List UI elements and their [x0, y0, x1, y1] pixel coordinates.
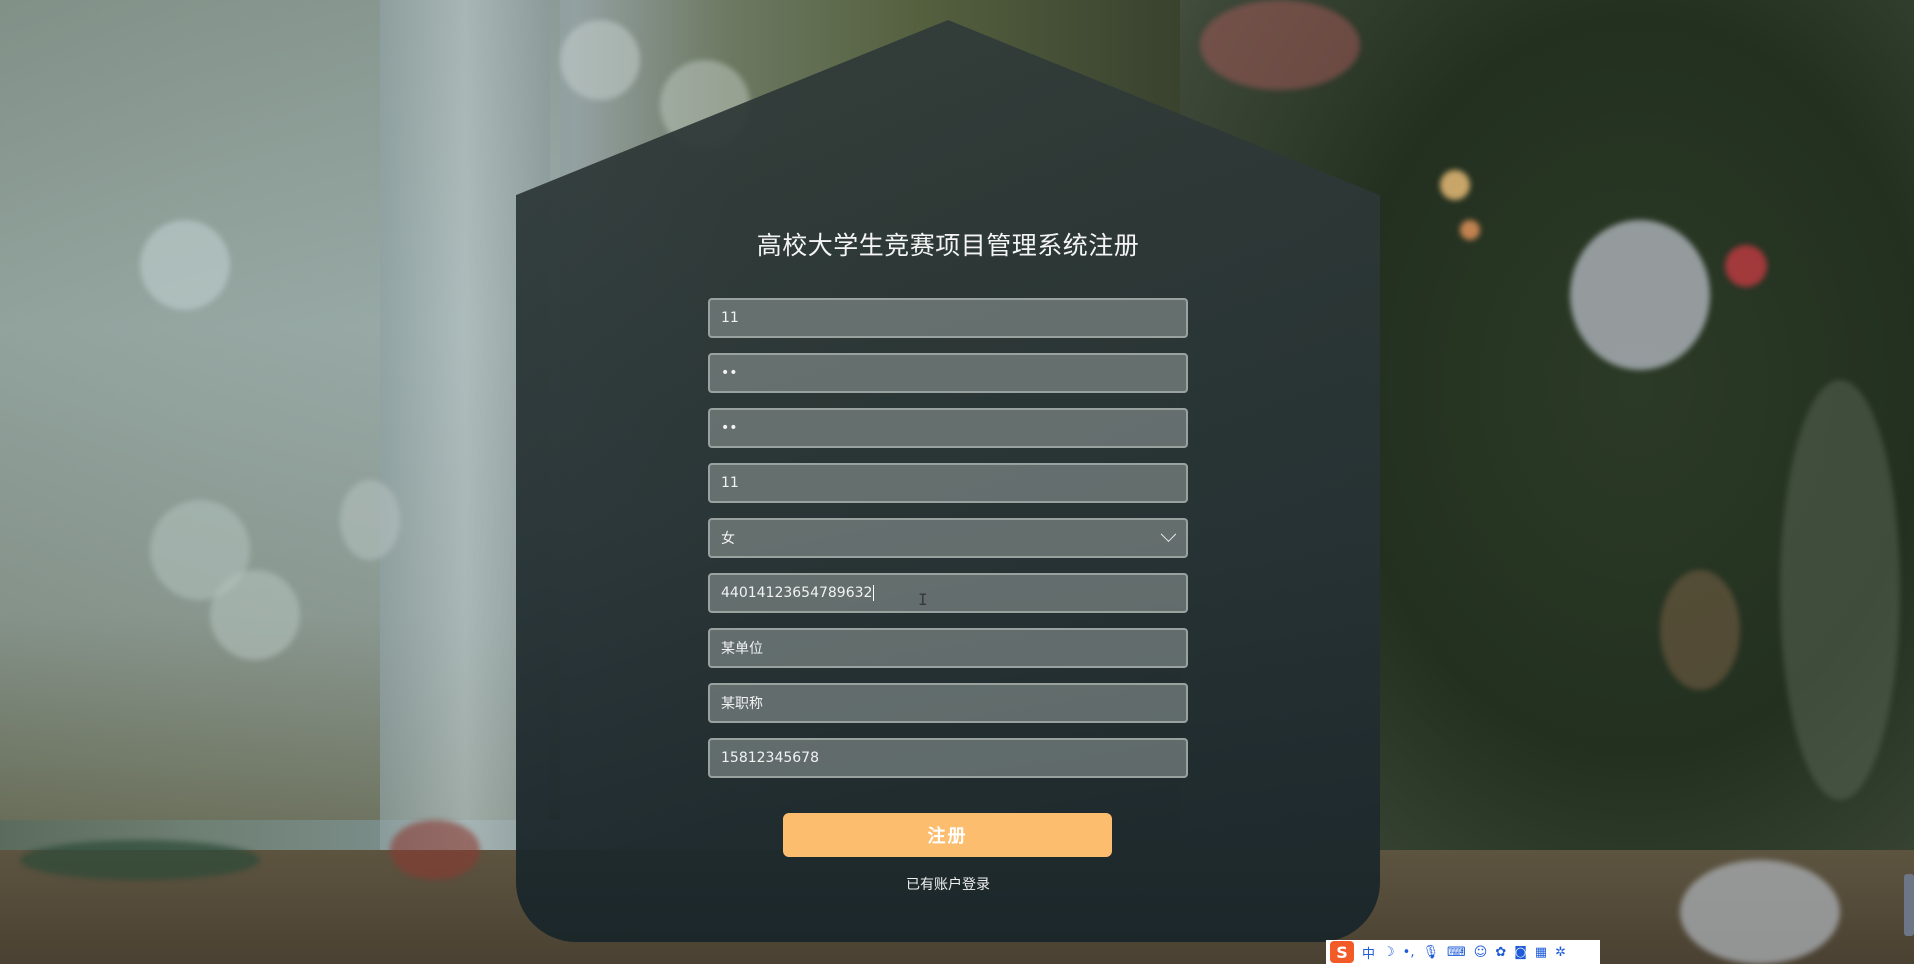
ibeam-cursor-icon: I	[918, 590, 928, 609]
ornament	[1680, 860, 1840, 964]
grid-icon[interactable]: ▦	[1535, 945, 1547, 960]
text-caret	[873, 585, 875, 601]
microphone-icon[interactable]: 🎙︎	[1422, 945, 1439, 960]
bokeh-light	[340, 480, 400, 560]
scrollbar-thumb[interactable]	[1904, 874, 1914, 936]
bokeh-light	[1440, 170, 1470, 200]
ornament	[1200, 0, 1360, 90]
gift-blur	[1660, 570, 1740, 690]
gender-select-value: 女	[721, 531, 735, 547]
skin-icon[interactable]: ✿	[1495, 945, 1506, 960]
chevron-down-icon	[1160, 525, 1177, 542]
name-input[interactable]: 11	[708, 463, 1188, 503]
bokeh-light	[560, 20, 640, 100]
confirm-password-input[interactable]: ••	[708, 408, 1188, 448]
user-icon[interactable]: ☺	[1474, 945, 1488, 960]
job-title-input[interactable]: 某职称	[708, 683, 1188, 723]
page-title: 高校大学生竞赛项目管理系统注册	[756, 231, 1140, 260]
bokeh-light	[1460, 220, 1480, 240]
sogou-logo-icon[interactable]: S	[1330, 941, 1354, 963]
username-input[interactable]: 11	[708, 298, 1188, 338]
bokeh-light	[210, 570, 300, 660]
organization-input[interactable]: 某单位	[708, 628, 1188, 668]
ornament	[1570, 220, 1710, 370]
login-link[interactable]: 已有账户登录	[516, 874, 1380, 894]
game-icon[interactable]: ◙	[1514, 945, 1527, 960]
gender-select[interactable]: 女	[708, 518, 1188, 558]
object-blur	[20, 840, 260, 880]
punctuation-icon[interactable]: •,	[1403, 945, 1415, 960]
ime-toolbar[interactable]: S 中 ☽ •, 🎙︎ ⌨ ☺ ✿ ◙ ▦ ✲	[1326, 940, 1600, 964]
ime-mode-toggle[interactable]: 中	[1362, 943, 1375, 962]
moon-icon[interactable]: ☽	[1383, 945, 1395, 960]
phone-input[interactable]: 15812345678	[708, 738, 1188, 778]
id-number-value: 44014123654789632	[721, 585, 873, 601]
tree-blur	[1780, 380, 1900, 800]
settings-icon[interactable]: ✲	[1555, 945, 1566, 960]
ornament	[1725, 245, 1767, 287]
bokeh-light	[140, 220, 230, 310]
password-input[interactable]: ••	[708, 353, 1188, 393]
register-button[interactable]: 注册	[783, 813, 1112, 857]
object-blur	[390, 820, 480, 880]
id-number-input[interactable]: 44014123654789632	[708, 573, 1188, 613]
keyboard-icon[interactable]: ⌨	[1447, 945, 1466, 960]
